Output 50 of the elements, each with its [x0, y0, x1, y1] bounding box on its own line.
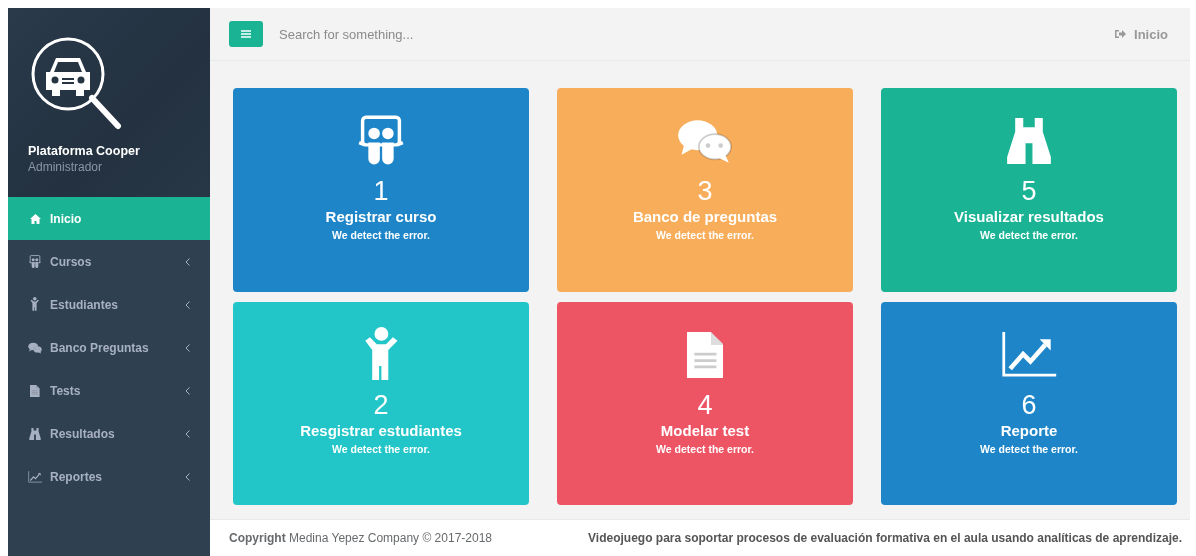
- card-subtitle: We detect the error.: [332, 442, 430, 455]
- card-subtitle: We detect the error.: [656, 229, 754, 241]
- dashboard-card[interactable]: 5 Visualizar resultados We detect the error.: [881, 88, 1177, 292]
- sidebar-item[interactable]: Inicio: [8, 197, 210, 240]
- card-title: Banco de preguntas: [632, 208, 778, 225]
- child-figure-icon: [30, 297, 40, 312]
- card-number: 3: [697, 176, 713, 206]
- card-subtitle: We detect the error.: [656, 442, 754, 455]
- sign-out-icon: [1115, 29, 1127, 39]
- document-icon: [30, 384, 40, 397]
- card-title: Reporte: [1000, 421, 1058, 439]
- footer-tagline: Videojuego para soportar procesos de evaluación formativa en el aula usando analíticas de aprendizaje.: [588, 531, 1182, 545]
- sidebar-item[interactable]: Estudiantes: [8, 283, 210, 326]
- card-number: 1: [373, 176, 389, 206]
- dashboard-card[interactable]: 2 Resgistrar estudiantes We detect the error.: [233, 301, 529, 505]
- menu-toggle-button[interactable]: [229, 21, 263, 47]
- card-title: Resgistrar estudiantes: [300, 421, 462, 439]
- line-chart-icon: [1001, 331, 1057, 378]
- copyright-text: Copyright Medina Yepez Company © 2017-2018: [229, 531, 492, 545]
- binoculars-icon: [29, 427, 41, 440]
- card-subtitle: We detect the error.: [332, 229, 430, 241]
- chat-bubbles-icon: [28, 341, 42, 354]
- logout-link[interactable]: Inicio: [1115, 26, 1168, 42]
- line-chart-icon: [28, 470, 42, 483]
- board-figures-icon: [29, 254, 41, 269]
- card-title: Visualizar resultados: [954, 208, 1104, 225]
- card-number: 4: [697, 389, 713, 420]
- card-number: 6: [1021, 389, 1037, 420]
- menu-icon: [241, 30, 251, 38]
- sidebar-item[interactable]: Cursos: [8, 240, 210, 283]
- chat-bubbles-icon: [677, 118, 733, 164]
- user-role: Administrador: [28, 160, 104, 174]
- card-number: 5: [1021, 176, 1037, 206]
- sidebar-item[interactable]: Tests: [8, 369, 210, 412]
- card-title: Modelar test: [660, 421, 750, 439]
- sidebar-item[interactable]: Reportes: [8, 455, 210, 498]
- home-icon: [29, 213, 41, 224]
- document-icon: [686, 331, 724, 378]
- dashboard-card[interactable]: 1 Registrar curso We detect the error.: [233, 88, 529, 292]
- card-subtitle: We detect the error.: [980, 442, 1078, 455]
- dashboard-card[interactable]: 4 Modelar test We detect the error.: [557, 301, 853, 505]
- card-title: Registrar curso: [325, 208, 437, 225]
- platform-name: Plataforma Cooper: [28, 144, 141, 158]
- card-subtitle: We detect the error.: [980, 229, 1078, 241]
- sidebar-item[interactable]: Resultados: [8, 412, 210, 455]
- search-field[interactable]: Search for something...: [277, 25, 1102, 43]
- binoculars-icon: [1006, 118, 1052, 164]
- card-number: 2: [373, 389, 389, 420]
- dashboard-card[interactable]: 6 Reporte We detect the error.: [881, 301, 1177, 505]
- sidebar-item[interactable]: Banco Preguntas: [8, 326, 210, 369]
